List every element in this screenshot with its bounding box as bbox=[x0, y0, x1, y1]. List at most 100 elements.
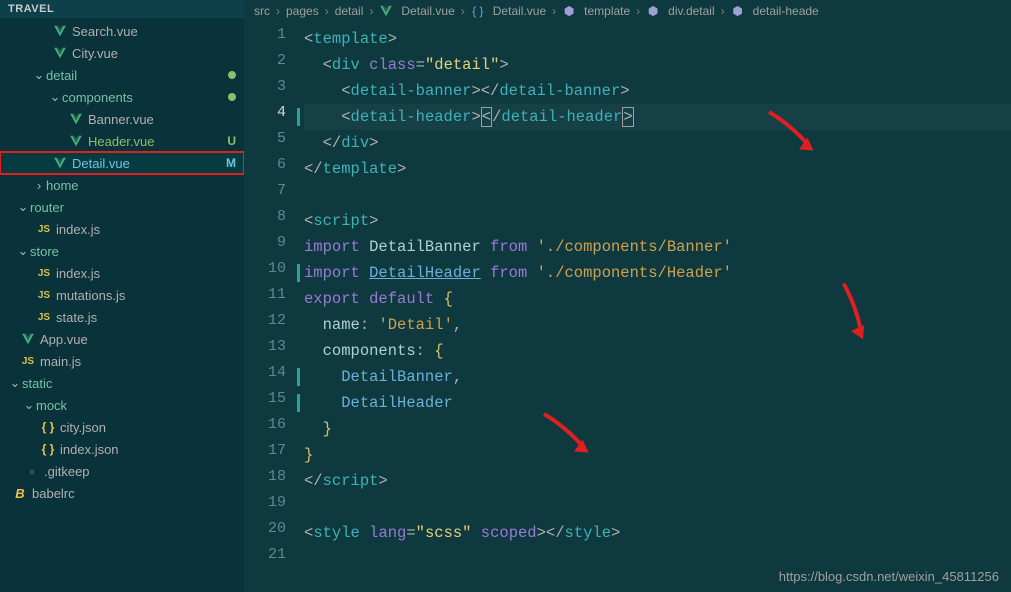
code-line[interactable]: </script> bbox=[304, 468, 1011, 494]
code-line[interactable]: components: { bbox=[304, 338, 1011, 364]
symbol-icon: ⬢ bbox=[646, 4, 660, 18]
folder-row[interactable]: ⌄static bbox=[0, 372, 244, 394]
code-editor[interactable]: 123456789101112131415161718192021 <templ… bbox=[244, 22, 1011, 592]
file-row[interactable]: JSmain.js bbox=[0, 350, 244, 372]
line-number: 14 bbox=[244, 364, 304, 390]
code-line[interactable]: export default { bbox=[304, 286, 1011, 312]
code-line[interactable]: <div class="detail"> bbox=[304, 52, 1011, 78]
symbol-icon: ⬢ bbox=[731, 4, 745, 18]
breadcrumb-item[interactable]: Detail.vue bbox=[379, 4, 454, 18]
tree-item-label: App.vue bbox=[40, 332, 236, 347]
file-row[interactable]: { } city.json bbox=[0, 416, 244, 438]
tree-item-label: state.js bbox=[56, 310, 236, 325]
git-status-letter: U bbox=[222, 134, 236, 148]
tree-item-label: mock bbox=[36, 398, 236, 413]
code-line[interactable]: <style lang="scss" scoped></style> bbox=[304, 520, 1011, 546]
tree-item-label: Header.vue bbox=[88, 134, 222, 149]
chevron-right-icon: › bbox=[32, 178, 46, 193]
js-icon: JS bbox=[36, 312, 52, 323]
folder-row[interactable]: ⌄router bbox=[0, 196, 244, 218]
symbol-icon: { } bbox=[471, 4, 485, 18]
json-icon: { } bbox=[40, 420, 56, 434]
breadcrumb-item[interactable]: { }Detail.vue bbox=[471, 4, 546, 18]
code-line[interactable]: name: 'Detail', bbox=[304, 312, 1011, 338]
file-row[interactable]: Detail.vueM bbox=[0, 152, 244, 174]
breadcrumb-label: Detail.vue bbox=[401, 4, 454, 18]
breadcrumb-separator-icon: › bbox=[325, 4, 329, 18]
breadcrumb-item[interactable]: ⬢ template bbox=[562, 4, 630, 18]
file-row[interactable]: JS state.js bbox=[0, 306, 244, 328]
tree-item-label: city.json bbox=[60, 420, 236, 435]
line-number: 17 bbox=[244, 442, 304, 468]
breadcrumb-label: pages bbox=[286, 4, 319, 18]
file-row[interactable]: Search.vue bbox=[0, 20, 244, 42]
file-row[interactable]: Header.vueU bbox=[0, 130, 244, 152]
code-line[interactable]: <script> bbox=[304, 208, 1011, 234]
tree-item-label: store bbox=[30, 244, 236, 259]
breadcrumb-item[interactable]: ⬢detail-heade bbox=[731, 4, 819, 18]
file-row[interactable]: Bbabelrc bbox=[0, 482, 244, 504]
code-line[interactable]: import DetailBanner from './components/B… bbox=[304, 234, 1011, 260]
line-number: 9 bbox=[244, 234, 304, 260]
editor-main: src›pages›detail›Detail.vue›{ }Detail.vu… bbox=[244, 0, 1011, 592]
breadcrumb-item[interactable]: src bbox=[254, 4, 270, 18]
chevron-down-icon: ⌄ bbox=[16, 199, 30, 215]
code-line[interactable]: DetailBanner, bbox=[304, 364, 1011, 390]
breadcrumb[interactable]: src›pages›detail›Detail.vue›{ }Detail.vu… bbox=[244, 0, 1011, 22]
file-row[interactable]: JSindex.js bbox=[0, 218, 244, 240]
tree-item-label: index.js bbox=[56, 222, 236, 237]
file-row[interactable]: Banner.vue bbox=[0, 108, 244, 130]
line-number: 1 bbox=[244, 26, 304, 52]
code-line[interactable]: <detail-banner></detail-banner> bbox=[304, 78, 1011, 104]
js-icon: JS bbox=[20, 356, 36, 367]
vue-icon bbox=[379, 4, 393, 18]
line-number: 11 bbox=[244, 286, 304, 312]
line-number: 5 bbox=[244, 130, 304, 156]
breadcrumb-item[interactable]: ⬢div.detail bbox=[646, 4, 714, 18]
breadcrumb-item[interactable]: pages bbox=[286, 4, 319, 18]
code-line[interactable]: <template> bbox=[304, 26, 1011, 52]
code-line[interactable]: DetailHeader bbox=[304, 390, 1011, 416]
folder-row[interactable]: ⌄detail bbox=[0, 64, 244, 86]
watermark: https://blog.csdn.net/weixin_45811256 bbox=[779, 569, 999, 584]
code-line[interactable]: import DetailHeader from './components/H… bbox=[304, 260, 1011, 286]
folder-row[interactable]: ⌄store bbox=[0, 240, 244, 262]
code-line[interactable] bbox=[304, 182, 1011, 208]
line-number: 16 bbox=[244, 416, 304, 442]
tree-item-label: Detail.vue bbox=[72, 156, 222, 171]
tree-item-label: home bbox=[46, 178, 236, 193]
file-row[interactable]: JS mutations.js bbox=[0, 284, 244, 306]
folder-row[interactable]: ⌄mock bbox=[0, 394, 244, 416]
line-number: 15 bbox=[244, 390, 304, 416]
code-line[interactable]: </template> bbox=[304, 156, 1011, 182]
tree-item-label: .gitkeep bbox=[44, 464, 236, 479]
file-row[interactable]: ▫.gitkeep bbox=[0, 460, 244, 482]
file-row[interactable]: { }index.json bbox=[0, 438, 244, 460]
symbol-icon: ⬢ bbox=[562, 4, 576, 18]
code-line[interactable]: </div> bbox=[304, 130, 1011, 156]
file-row[interactable]: City.vue bbox=[0, 42, 244, 64]
file-row[interactable]: App.vue bbox=[0, 328, 244, 350]
breadcrumb-label: src bbox=[254, 4, 270, 18]
tree-item-label: City.vue bbox=[72, 46, 236, 61]
file-explorer: TRAVEL Search.vueCity.vue⌄detail⌄compone… bbox=[0, 0, 244, 592]
code-line[interactable] bbox=[304, 494, 1011, 520]
file-tree: Search.vueCity.vue⌄detail⌄componentsBann… bbox=[0, 18, 244, 506]
code-area[interactable]: <template> <div class="detail"> <detail-… bbox=[304, 22, 1011, 592]
file-row[interactable]: JSindex.js bbox=[0, 262, 244, 284]
folder-row[interactable]: ›home bbox=[0, 174, 244, 196]
js-icon: JS bbox=[36, 290, 52, 301]
vue-icon bbox=[52, 24, 68, 38]
breadcrumb-label: template bbox=[584, 4, 630, 18]
folder-row[interactable]: ⌄components bbox=[0, 86, 244, 108]
code-line[interactable]: } bbox=[304, 442, 1011, 468]
tree-item-label: mutations.js bbox=[56, 288, 236, 303]
line-number: 2 bbox=[244, 52, 304, 78]
code-line[interactable]: } bbox=[304, 416, 1011, 442]
chevron-down-icon: ⌄ bbox=[22, 397, 36, 413]
vue-icon bbox=[68, 134, 84, 148]
code-line[interactable]: <detail-header></detail-header> bbox=[304, 104, 1011, 130]
tree-item-label: detail bbox=[46, 68, 228, 83]
breadcrumb-item[interactable]: detail bbox=[335, 4, 364, 18]
tree-item-label: babelrc bbox=[32, 486, 236, 501]
